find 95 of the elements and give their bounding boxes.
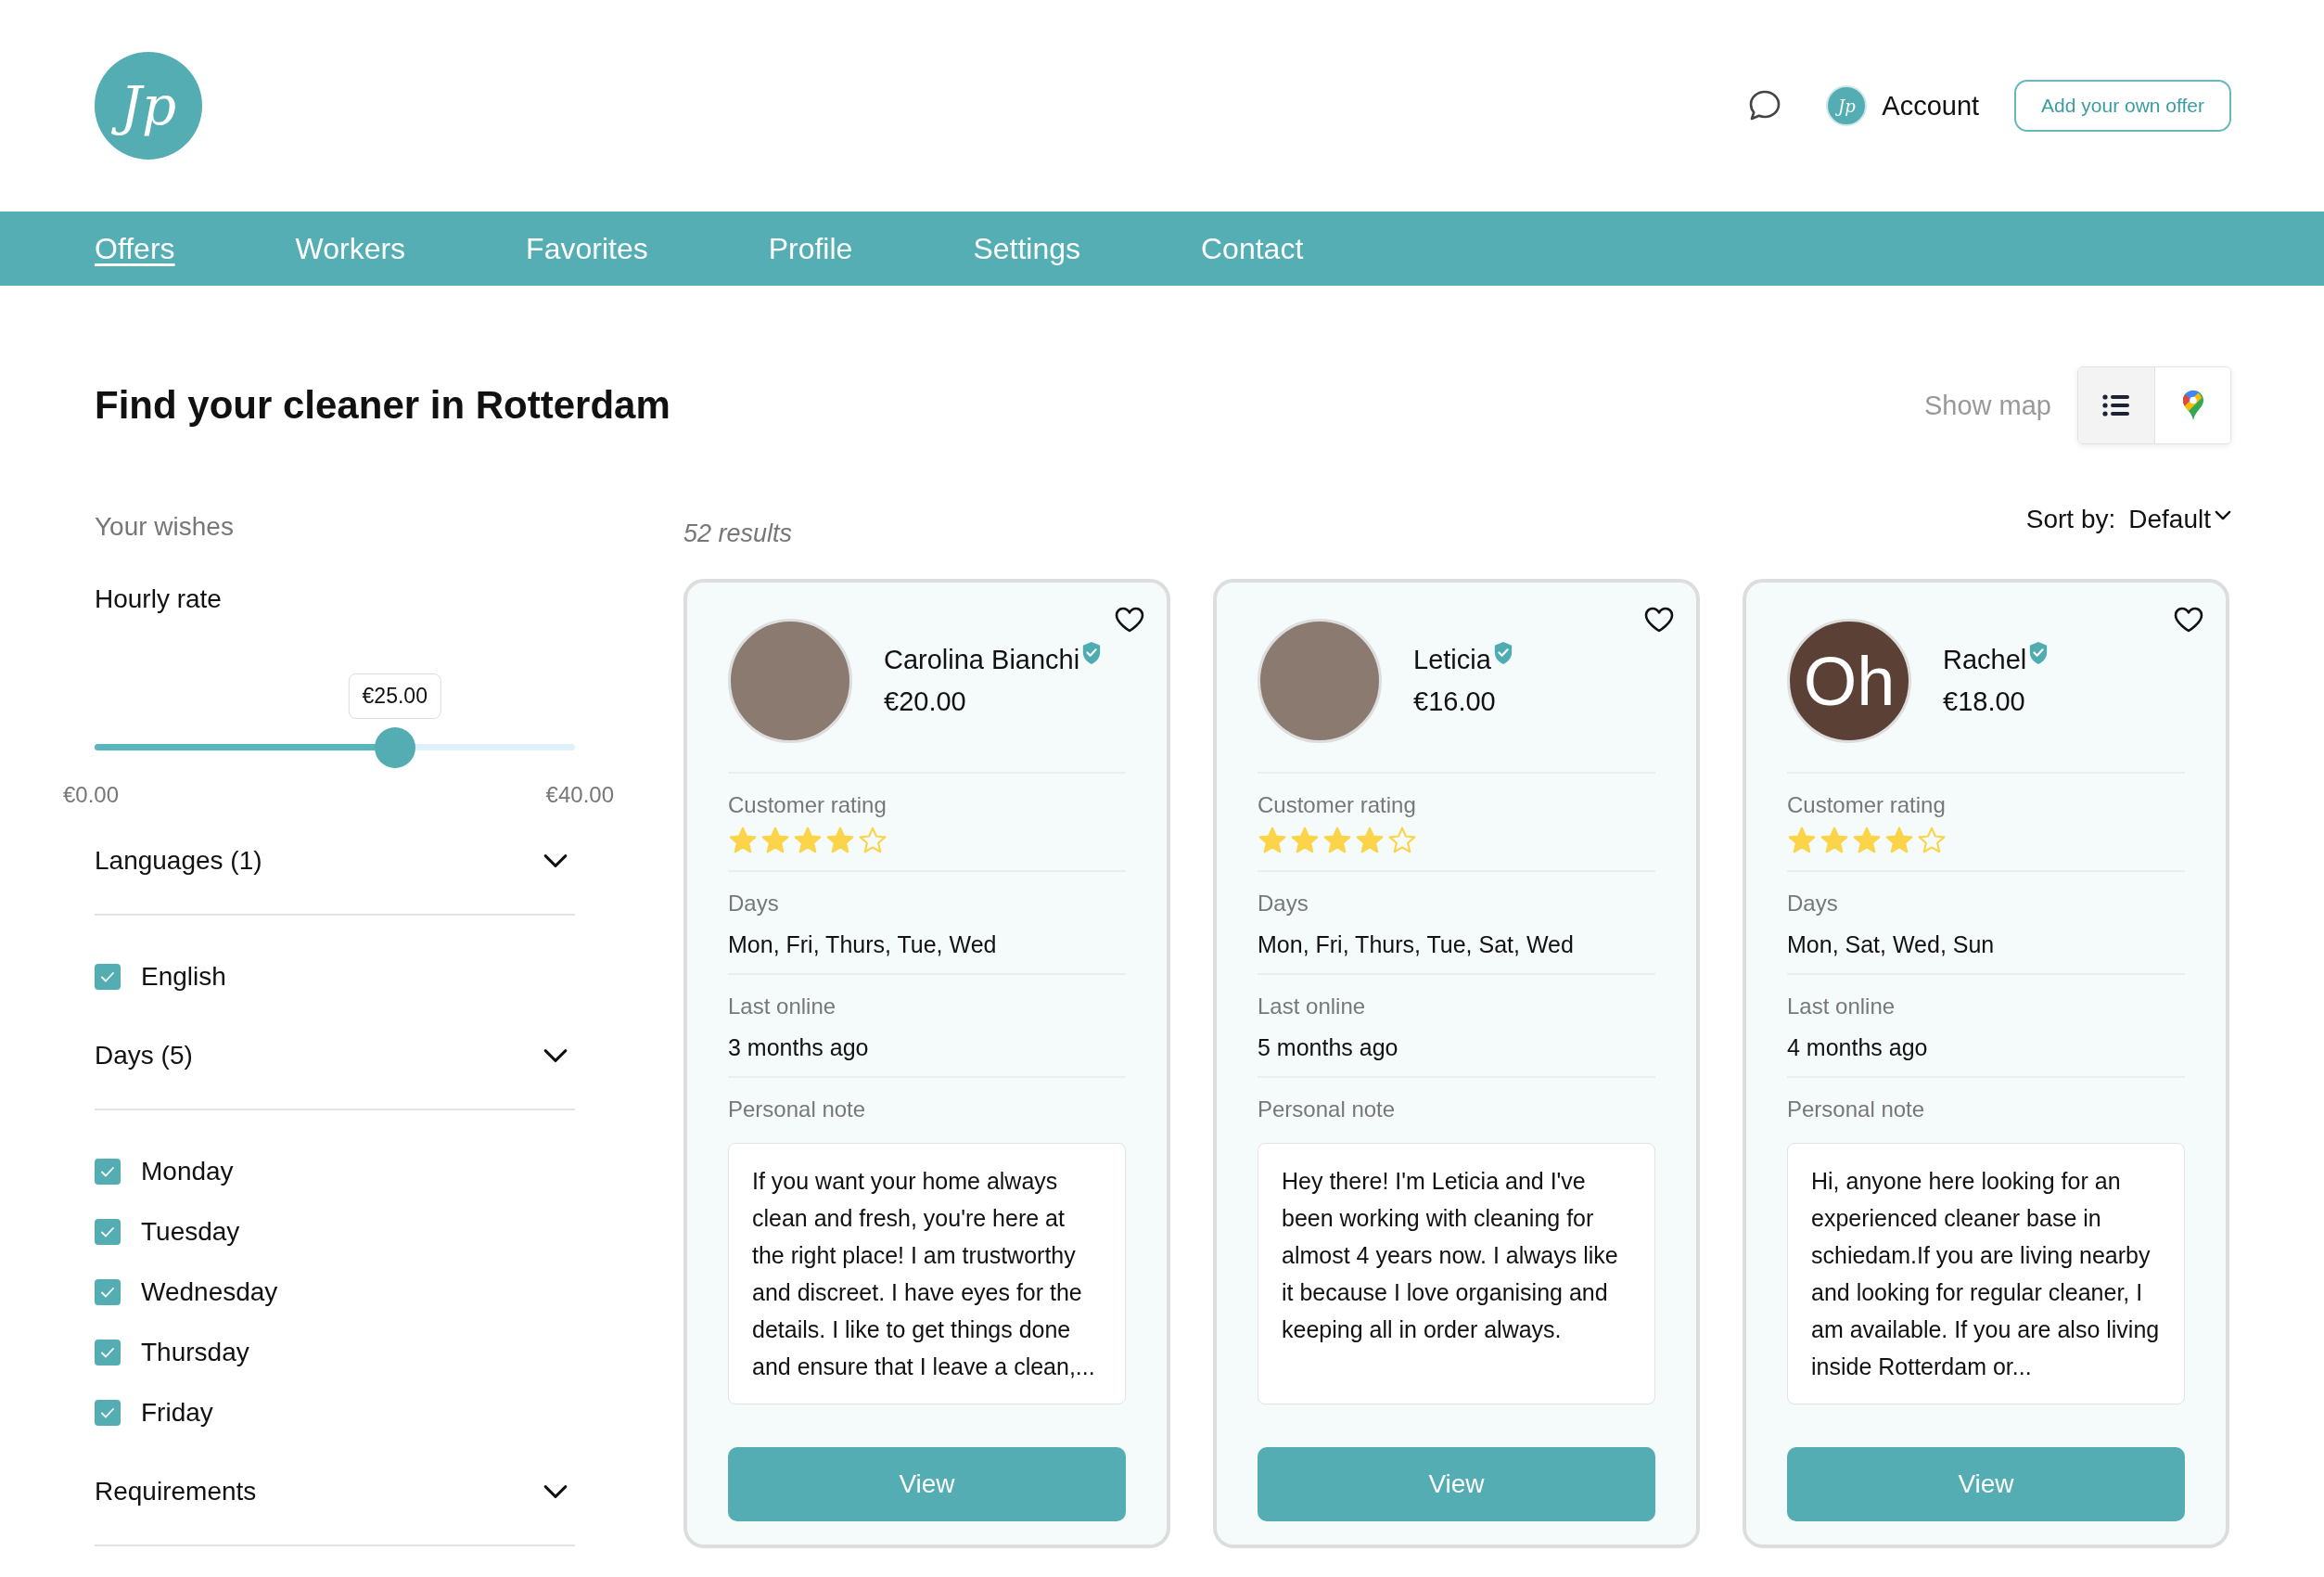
star-outline-icon [1917, 826, 1947, 855]
days-value: Mon, Fri, Thurs, Tue, Wed [728, 931, 998, 958]
days-label: Days [728, 891, 780, 917]
star-filled-icon [728, 826, 758, 855]
range-max-label: €40.00 [545, 782, 614, 808]
sort-label: Sort by: [2025, 505, 2116, 534]
days-value: Mon, Fri, Thurs, Tue, Sat, Wed [1258, 931, 1575, 958]
chevron-down-icon [543, 1484, 568, 1499]
filter-title: Days (5) [95, 1041, 193, 1071]
days-label: Days [1787, 891, 1839, 917]
cleaner-name: Carolina Bianchi [884, 645, 1080, 675]
checkbox[interactable] [95, 1340, 121, 1365]
view-button[interactable]: View [1258, 1447, 1655, 1521]
star-filled-icon [1852, 826, 1882, 855]
star-filled-icon [1355, 826, 1385, 855]
account-link[interactable]: Account [1882, 90, 1980, 122]
star-filled-icon [1258, 826, 1287, 855]
checkbox-label: English [141, 962, 226, 992]
checkbox-label: Tuesday [141, 1217, 240, 1247]
star-outline-icon [858, 826, 887, 855]
avatar: Oh [1787, 619, 1911, 743]
rating-label: Customer rating [728, 792, 887, 818]
personal-note: Hi, anyone here looking for an experienced cleaner base in schiedam.If you are living nearby and looking for regular cleaner, I am available. If you are also living inside Rotterdam or... [1787, 1143, 2185, 1404]
cleaner-name: Leticia [1413, 645, 1491, 675]
chevron-down-icon [543, 1048, 568, 1063]
star-filled-icon [760, 826, 790, 855]
personal-note-label: Personal note [1258, 1096, 1397, 1122]
filter-section-header[interactable]: Days (5) [95, 1003, 575, 1110]
map-pin-icon [2181, 390, 2204, 421]
chevron-down-icon [543, 853, 568, 868]
page-title: Find your cleaner in Rotterdam [95, 383, 670, 428]
heart-icon[interactable] [1115, 607, 1144, 633]
filters-heading: Your wishes [95, 512, 235, 542]
checkbox[interactable] [95, 964, 121, 990]
days-value: Mon, Sat, Wed, Sun [1787, 931, 1996, 958]
checkbox[interactable] [95, 1279, 121, 1305]
hourly-price: €20.00 [884, 686, 967, 717]
add-offer-button[interactable]: Add your own offer [2014, 80, 2231, 132]
personal-note-label: Personal note [1787, 1096, 1926, 1122]
range-min-label: €0.00 [63, 782, 120, 808]
filter-title: Languages (1) [95, 846, 262, 876]
checkbox-label: Friday [141, 1398, 213, 1428]
star-filled-icon [793, 826, 823, 855]
nav-link[interactable]: Favorites [526, 231, 648, 266]
filter-title: Requirements [95, 1477, 257, 1506]
last-online-label: Last online [1258, 994, 1367, 1019]
checkbox-label: Wednesday [141, 1277, 278, 1307]
view-button[interactable]: View [1787, 1447, 2185, 1521]
last-online-label: Last online [728, 994, 837, 1019]
last-online-value: 5 months ago [1258, 1034, 1399, 1061]
star-filled-icon [1787, 826, 1817, 855]
checkbox[interactable] [95, 1400, 121, 1426]
list-icon [2102, 394, 2130, 417]
nav-link[interactable]: Workers [295, 231, 406, 266]
hourly-price: €16.00 [1413, 686, 1497, 717]
star-filled-icon [1322, 826, 1352, 855]
nav-link[interactable]: Offers [95, 231, 175, 266]
nav-link[interactable]: Profile [768, 231, 853, 266]
nav-link[interactable]: Settings [973, 231, 1080, 266]
rating-label: Customer rating [1787, 792, 1947, 818]
checkbox[interactable] [95, 1159, 121, 1185]
personal-note: If you want your home always clean and fresh, you're here at the right place! I am trustworthy and discreet. I have eyes for the details. I like to get things done and ensure that I leave a clean,... [728, 1143, 1126, 1404]
star-filled-icon [1820, 826, 1849, 855]
star-outline-icon [1387, 826, 1417, 855]
filter-section-header[interactable]: Languages (1) [95, 808, 575, 916]
checkbox-label: Monday [141, 1157, 234, 1186]
hourly-price: €18.00 [1943, 686, 2026, 717]
last-online-value: 4 months ago [1787, 1034, 1929, 1061]
chevron-down-icon [2215, 510, 2231, 520]
logo[interactable]: Jp [95, 52, 202, 160]
star-filled-icon [1290, 826, 1320, 855]
personal-note-label: Personal note [728, 1096, 867, 1122]
list-view-button[interactable] [2078, 367, 2154, 443]
last-online-value: 3 months ago [728, 1034, 870, 1061]
checkbox-label: Thursday [141, 1338, 249, 1367]
heart-icon[interactable] [1644, 607, 1674, 633]
results-count: 52 results [683, 519, 793, 548]
filter-title: Hourly rate [95, 584, 223, 614]
nav-link[interactable]: Contact [1201, 231, 1304, 266]
sort-value: Default [2128, 505, 2211, 534]
cleaner-name: Rachel [1943, 645, 2027, 675]
checkbox[interactable] [95, 1219, 121, 1245]
personal-note: Hey there! I'm Leticia and I've been working with cleaning for almost 4 years now. I always like it because I love organising and keeping all in order always. [1258, 1143, 1655, 1404]
rating-label: Customer rating [1258, 792, 1417, 818]
slider-value-tooltip: €25.00 [348, 673, 441, 719]
days-label: Days [1258, 891, 1309, 917]
sort-dropdown[interactable]: Sort by: Default [2025, 505, 2231, 534]
show-map-label: Show map [1924, 390, 2051, 421]
filter-section-header[interactable]: Requirements [95, 1439, 575, 1546]
heart-icon[interactable] [2174, 607, 2203, 633]
last-online-label: Last online [1787, 994, 1896, 1019]
view-button[interactable]: View [728, 1447, 1126, 1521]
star-filled-icon [1884, 826, 1914, 855]
star-filled-icon [825, 826, 855, 855]
account-avatar[interactable]: Jp [1826, 85, 1868, 126]
